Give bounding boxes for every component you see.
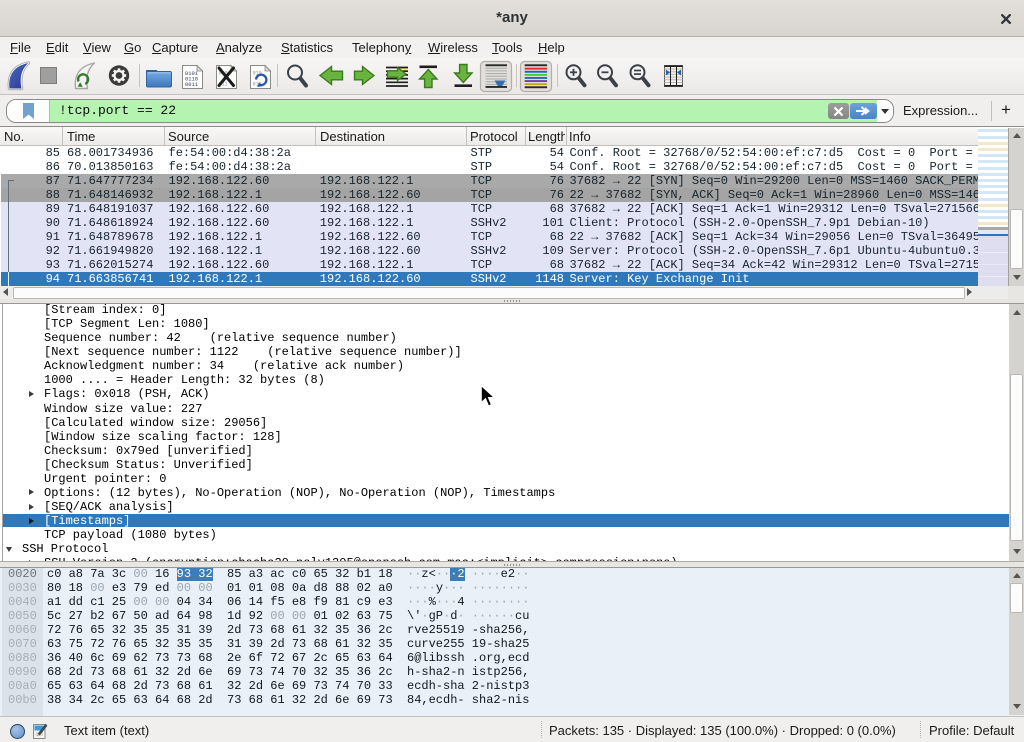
- svg-text:0011: 0011: [185, 82, 198, 88]
